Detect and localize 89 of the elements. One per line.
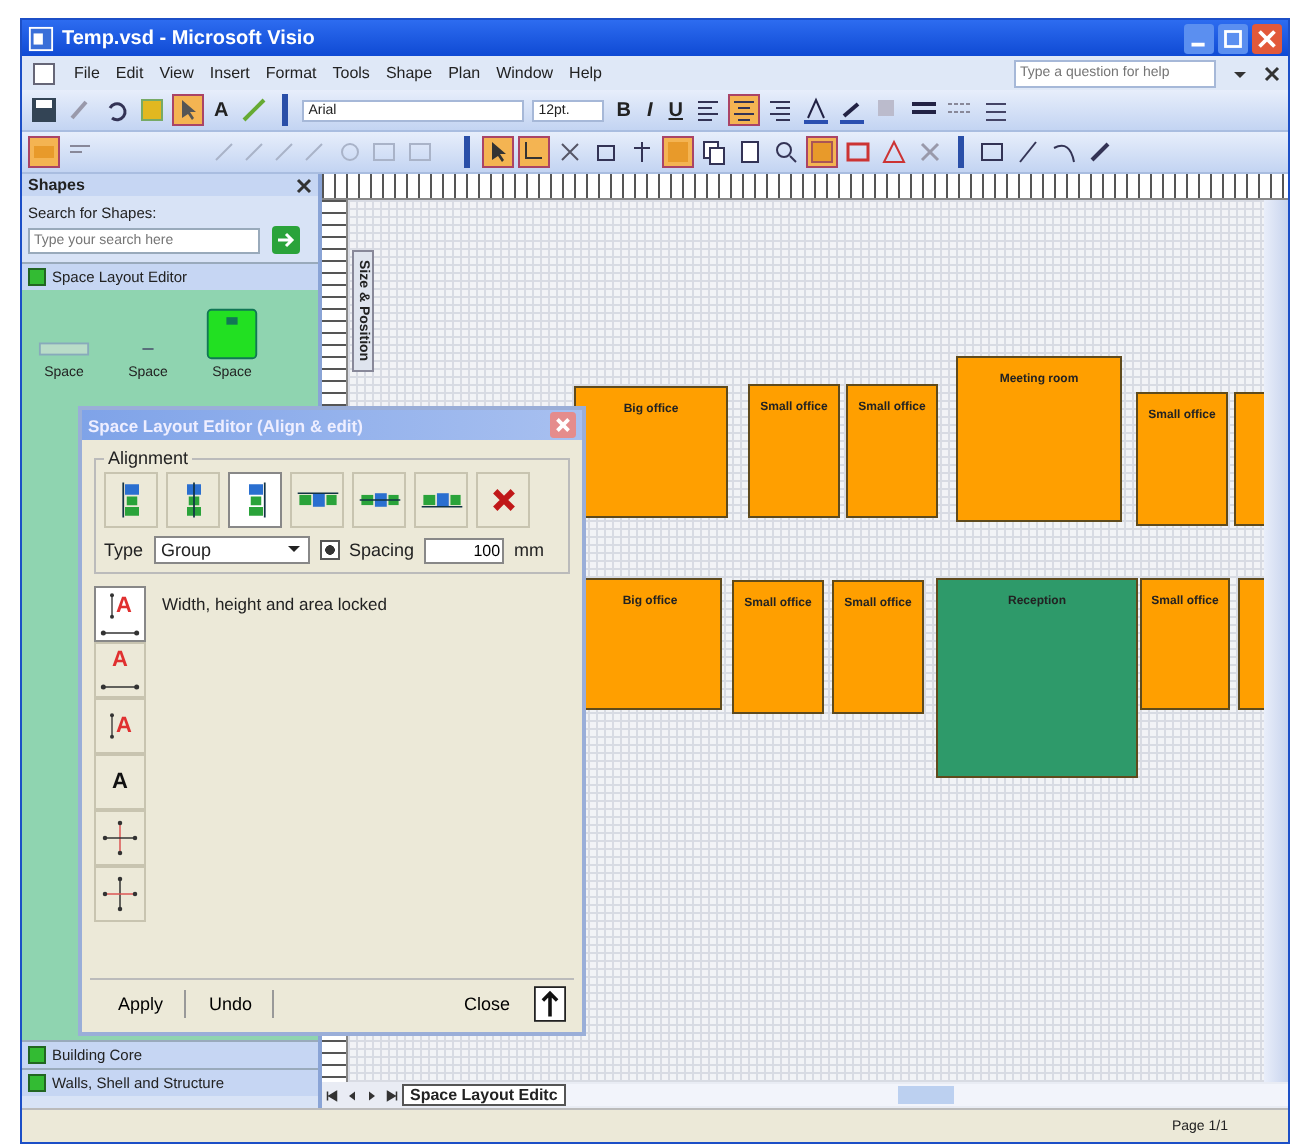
app-icon xyxy=(28,25,54,51)
dropdown-icon[interactable] xyxy=(285,540,302,556)
align-button[interactable] xyxy=(228,472,282,528)
panel-title: Shapes xyxy=(28,176,85,194)
group-label: Alignment xyxy=(106,448,191,468)
text-tool-button[interactable]: A xyxy=(210,99,233,121)
align-horizontal-icon xyxy=(295,488,339,512)
lock-mode-button[interactable]: A xyxy=(94,586,146,642)
menu-item[interactable]: File xyxy=(74,64,100,82)
space-shape-icon[interactable] xyxy=(204,306,260,362)
sheet-tab[interactable]: Space Layout Editc xyxy=(402,1084,566,1106)
align-left-icon[interactable] xyxy=(694,96,723,124)
align-center-icon[interactable] xyxy=(730,96,759,124)
spacing-field[interactable]: 100 xyxy=(424,537,505,563)
cross-arrows-icon xyxy=(102,820,138,856)
window-title: Temp.vsd - Microsoft Visio xyxy=(62,27,317,49)
menu-item[interactable]: Help xyxy=(569,64,602,82)
align-button[interactable] xyxy=(166,472,220,528)
pointer-icon[interactable] xyxy=(484,138,512,166)
save-icon[interactable] xyxy=(30,96,58,124)
next-page-icon[interactable] xyxy=(366,1089,378,1101)
pin-icon[interactable] xyxy=(534,986,566,1022)
lock-mode-button[interactable]: A xyxy=(94,754,146,810)
cross-arrows-icon xyxy=(102,876,138,912)
minimize-icon[interactable] xyxy=(1184,23,1214,53)
document-icon[interactable] xyxy=(30,59,58,87)
menu-item[interactable]: Window xyxy=(496,64,554,82)
dialog-title: Space Layout Editor (Align & edit) xyxy=(88,415,363,435)
lock-mode-button[interactable]: A xyxy=(94,698,146,754)
shape-color-icon[interactable] xyxy=(30,138,58,166)
close-icon[interactable] xyxy=(1264,65,1280,81)
letter-icon: A xyxy=(116,714,132,738)
type-label: Type xyxy=(104,540,144,560)
dropdown-value: Group xyxy=(161,540,212,560)
letter-icon: A xyxy=(112,648,128,673)
style-button[interactable]: U xyxy=(664,99,687,121)
rectangle-icon[interactable] xyxy=(844,138,872,166)
align-horizontal-icon xyxy=(357,488,401,512)
close-icon[interactable] xyxy=(296,177,312,193)
align-button[interactable] xyxy=(414,472,468,528)
letter-icon: A xyxy=(116,594,132,619)
height-arrow-icon xyxy=(108,710,117,742)
spacing-checkbox[interactable] xyxy=(319,540,340,560)
menu-item[interactable]: Plan xyxy=(448,64,481,82)
triangle-icon[interactable] xyxy=(880,138,908,166)
lock-mode-button[interactable]: A xyxy=(94,642,146,698)
vertical-scrollbar[interactable] xyxy=(1264,200,1288,1082)
last-page-icon[interactable] xyxy=(386,1089,398,1101)
line-icon[interactable] xyxy=(1014,138,1042,166)
line-color-icon[interactable] xyxy=(802,96,831,124)
first-page-icon[interactable] xyxy=(326,1089,338,1101)
align-button[interactable] xyxy=(352,472,406,528)
align-vertical-icon xyxy=(117,480,145,520)
align-button[interactable] xyxy=(290,472,344,528)
menu-item[interactable]: View xyxy=(159,64,194,82)
delete-button[interactable] xyxy=(476,472,530,528)
align-right-icon[interactable] xyxy=(766,96,795,124)
type-dropdown[interactable]: Group xyxy=(153,536,310,564)
letter-icon: A xyxy=(112,770,128,794)
copy-icon[interactable] xyxy=(700,138,728,166)
menu-item[interactable]: Edit xyxy=(115,64,144,82)
lock-mode-button[interactable] xyxy=(94,866,146,922)
connector-icon[interactable] xyxy=(520,138,548,166)
menu-item[interactable]: Tools xyxy=(332,64,370,82)
style-button[interactable]: I xyxy=(642,99,657,121)
align-button[interactable] xyxy=(104,472,158,528)
lock-mode-button[interactable] xyxy=(94,810,146,866)
pencil-icon[interactable] xyxy=(1086,138,1114,166)
search-icon[interactable] xyxy=(772,138,800,166)
close-icon[interactable] xyxy=(1252,23,1282,53)
pointer-icon[interactable] xyxy=(174,96,202,124)
unit-label: mm xyxy=(514,540,545,560)
previous-page-icon[interactable] xyxy=(346,1089,358,1101)
rectangle-icon[interactable] xyxy=(978,138,1006,166)
width-arrow-icon xyxy=(100,681,140,692)
spacing-label: Spacing xyxy=(349,540,415,560)
align-horizontal-icon xyxy=(419,488,463,512)
height-arrow-icon xyxy=(108,590,117,623)
menu-item[interactable]: Shape xyxy=(385,64,433,82)
style-button[interactable]: B xyxy=(612,99,635,121)
horizontal-scrollbar[interactable] xyxy=(565,1084,1288,1106)
lock-status-text: Width, height and area locked xyxy=(162,592,387,618)
menu-item[interactable]: Insert xyxy=(209,64,250,82)
connection-point-icon[interactable] xyxy=(556,138,584,166)
menu-item[interactable]: Format xyxy=(265,64,317,82)
maximize-icon[interactable] xyxy=(1218,23,1248,53)
document-icon[interactable] xyxy=(736,138,764,166)
go-icon[interactable] xyxy=(272,226,300,254)
width-arrow-icon xyxy=(100,627,140,638)
